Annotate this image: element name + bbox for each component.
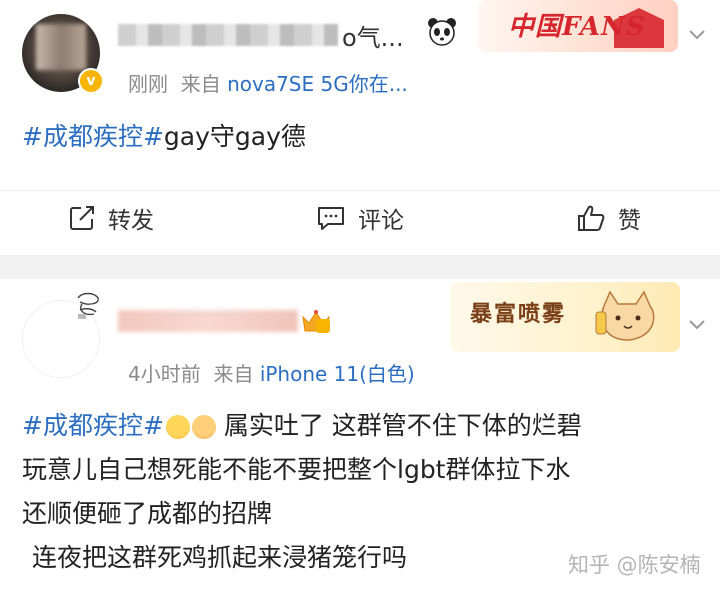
post-time: 4小时前 [128,362,201,386]
cat-icon [595,290,655,341]
username-redacted[interactable] [118,24,338,46]
repost-button[interactable]: 转发 [68,201,154,235]
source-prefix: 来自 [180,72,221,96]
username-redacted[interactable] [118,310,298,332]
username-suffix[interactable]: o气... [342,18,404,53]
post-time: 刚刚 [128,72,168,96]
content-line: 玩意儿自己想死能不能不要把整个lgbt群体拉下水 [22,455,571,484]
content-line: 连夜把这群死鸡抓起来浸猪笼行吗 [32,543,408,572]
post-text: 属实吐了 这群管不住下体的烂碧 [223,411,582,440]
repost-label: 转发 [108,208,154,234]
post-divider [0,255,720,279]
post-content: #成都疾控# 属实吐了 这群管不住下体的烂碧 玩意儿自己想死能不能不要把整个lg… [22,404,582,580]
weibo-post-1: v o气... 中国FANS 刚刚 来自 nova7SE 5G你在... #成都… [0,0,720,255]
post-source-link[interactable]: nova7SE 5G你在... [227,72,408,96]
source-prefix: 来自 [213,362,254,386]
comment-icon [318,207,344,230]
fan-badge-banner: 暴富喷雾 [450,282,680,352]
panda-icon [428,18,456,46]
vomit-emoji-icon [165,415,190,439]
verified-badge-icon: v [78,68,104,94]
post-meta: 4小时前 来自 iPhone 11(白色) [128,358,415,387]
post-content: #成都疾控#gay守gay德 [22,116,306,158]
repost-icon [70,206,94,230]
fan-badge-banner: 中国FANS [478,0,678,52]
post-actions: 转发 评论 赞 [0,190,720,246]
avatar-blurred-face [36,24,86,70]
content-line: 还顺便砸了成都的招牌 [22,499,273,528]
zhihu-watermark: 知乎 @陈安楠 [568,553,701,577]
hashtag-link[interactable]: #成都疾控# [22,411,164,440]
hashtag-link[interactable]: #成都疾控# [22,122,164,151]
post-text: gay守gay德 [163,122,306,151]
crown-icon [302,310,330,333]
comment-button[interactable]: 评论 [316,201,404,235]
chevron-down-icon[interactable] [685,22,709,46]
like-icon [578,205,605,231]
like-button[interactable]: 赞 [576,201,641,235]
chevron-down-icon[interactable] [685,312,709,336]
baby-emoji-icon [191,415,216,439]
post-meta: 刚刚 来自 nova7SE 5G你在... [128,68,408,97]
like-label: 赞 [618,208,641,234]
post-source-link[interactable]: iPhone 11(白色) [260,362,415,386]
banner-text: 暴富喷雾 [470,301,567,327]
comment-label: 评论 [358,208,404,234]
content-line: #成都疾控# 属实吐了 这群管不住下体的烂碧 [22,404,582,448]
sketch-icon [77,292,99,319]
